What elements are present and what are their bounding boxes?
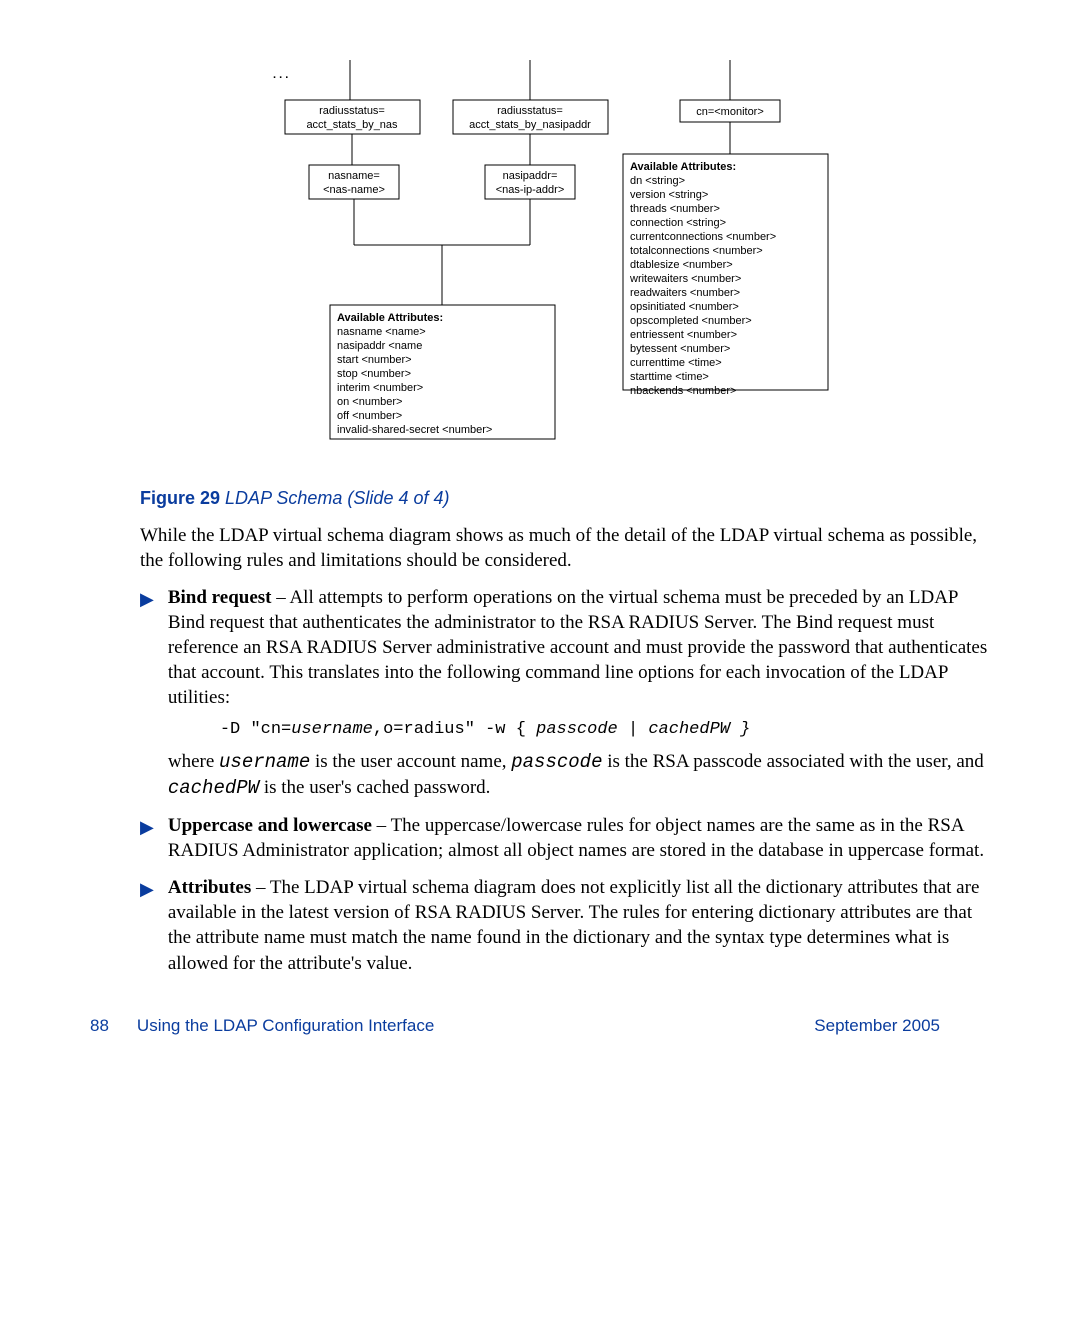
svg-text:nbackends <number>: nbackends <number> [630,385,736,397]
code-example: -D "cn=username,o=radius" -w { passcode … [220,719,990,741]
ellipsis-text: . . . [273,69,288,81]
svg-text:dn <string>: dn <string> [630,175,685,187]
svg-text:acct_stats_by_nasipaddr: acct_stats_by_nasipaddr [469,119,591,131]
svg-text:start <number>: start <number> [337,354,412,366]
bullet-attributes: ▶ Attributes – The LDAP virtual schema d… [140,875,990,975]
svg-text:radiusstatus=: radiusstatus= [497,105,563,117]
svg-text:cn=<monitor>: cn=<monitor> [696,106,764,118]
bullet-sub-paragraph: where username is the user account name,… [168,749,990,801]
triangle-icon: ▶ [140,879,154,975]
ldap-schema-diagram: .b { fill: #fff; stroke: #000; stroke-wi… [255,60,875,470]
bullet-text: – The LDAP virtual schema diagram does n… [168,877,980,973]
intro-paragraph: While the LDAP virtual schema diagram sh… [140,523,990,573]
figure-caption: Figure 29 LDAP Schema (Slide 4 of 4) [140,488,990,509]
svg-text:threads <number>: threads <number> [630,203,720,215]
caption-title: LDAP Schema (Slide 4 of 4) [225,488,449,508]
svg-text:connection <string>: connection <string> [630,217,726,229]
bullet-bind-request: ▶ Bind request – All attempts to perform… [140,585,990,801]
svg-text:dtablesize <number>: dtablesize <number> [630,259,733,271]
caption-label: Figure 29 [140,488,220,508]
bullet-term: Attributes [168,877,251,898]
svg-text:entriessent <number>: entriessent <number> [630,329,737,341]
svg-text:Available Attributes:: Available Attributes: [630,161,736,173]
bullet-term: Bind request [168,587,272,608]
page-footer: 88 Using the LDAP Configuration Interfac… [90,1016,940,1036]
svg-text:<nas-name>: <nas-name> [323,184,385,196]
section-title: Using the LDAP Configuration Interface [137,1016,434,1036]
svg-text:totalconnections <number>: totalconnections <number> [630,245,763,257]
triangle-icon: ▶ [140,589,154,801]
svg-text:version <string>: version <string> [630,189,708,201]
svg-text:nasipaddr <name: nasipaddr <name [337,340,422,352]
svg-text:invalid-shared-secret <number>: invalid-shared-secret <number> [337,424,492,436]
svg-text:writewaiters <number>: writewaiters <number> [629,273,741,285]
svg-text:radiusstatus=: radiusstatus= [319,105,385,117]
svg-text:starttime <time>: starttime <time> [630,371,709,383]
svg-text:nasname=: nasname= [328,170,380,182]
svg-text:bytessent <number>: bytessent <number> [630,343,730,355]
svg-text:interim <number>: interim <number> [337,382,423,394]
svg-text:Available Attributes:: Available Attributes: [337,312,443,324]
triangle-icon: ▶ [140,817,154,863]
bullet-text: – All attempts to perform operations on … [168,587,987,708]
page-number: 88 [90,1016,109,1036]
svg-text:nasname <name>: nasname <name> [337,326,426,338]
svg-text:stop <number>: stop <number> [337,368,411,380]
svg-text:currentconnections <number>: currentconnections <number> [630,231,776,243]
svg-text:<nas-ip-addr>: <nas-ip-addr> [496,184,565,196]
svg-text:nasipaddr=: nasipaddr= [503,170,558,182]
svg-text:on <number>: on <number> [337,396,402,408]
bullet-uppercase: ▶ Uppercase and lowercase – The uppercas… [140,813,990,863]
svg-text:off <number>: off <number> [337,410,402,422]
svg-text:opscompleted <number>: opscompleted <number> [630,315,752,327]
svg-text:currenttime <time>: currenttime <time> [630,357,722,369]
svg-text:opsinitiated <number>: opsinitiated <number> [630,301,739,313]
date-label: September 2005 [814,1016,940,1036]
svg-text:acct_stats_by_nas: acct_stats_by_nas [306,119,398,131]
bullet-term: Uppercase and lowercase [168,815,372,836]
svg-text:readwaiters <number>: readwaiters <number> [630,287,740,299]
